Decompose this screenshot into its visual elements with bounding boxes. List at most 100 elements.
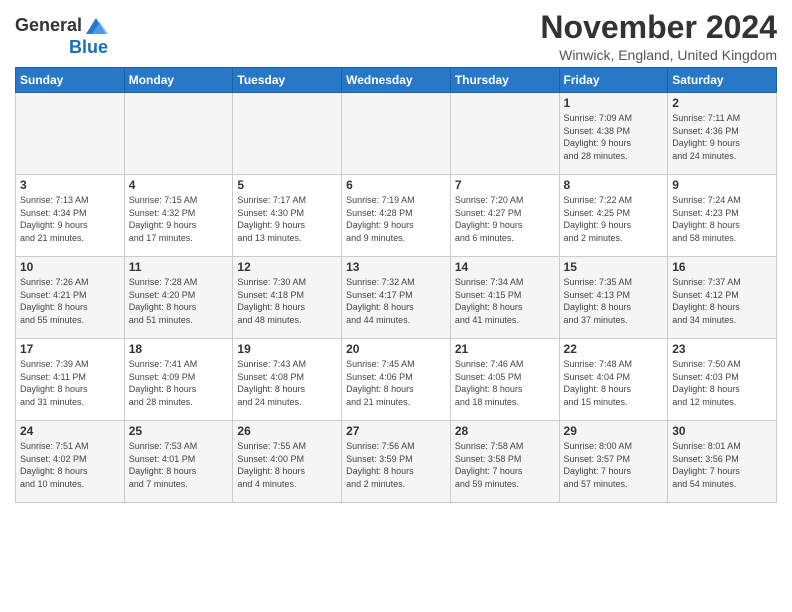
day-cell: 1Sunrise: 7:09 AM Sunset: 4:38 PM Daylig… bbox=[559, 93, 668, 175]
day-info: Sunrise: 8:01 AM Sunset: 3:56 PM Dayligh… bbox=[672, 440, 772, 490]
col-saturday: Saturday bbox=[668, 68, 777, 93]
day-info: Sunrise: 7:24 AM Sunset: 4:23 PM Dayligh… bbox=[672, 194, 772, 244]
day-cell: 24Sunrise: 7:51 AM Sunset: 4:02 PM Dayli… bbox=[16, 421, 125, 503]
day-info: Sunrise: 7:32 AM Sunset: 4:17 PM Dayligh… bbox=[346, 276, 446, 326]
day-info: Sunrise: 7:41 AM Sunset: 4:09 PM Dayligh… bbox=[129, 358, 229, 408]
day-number: 16 bbox=[672, 260, 772, 274]
day-info: Sunrise: 7:19 AM Sunset: 4:28 PM Dayligh… bbox=[346, 194, 446, 244]
day-info: Sunrise: 7:15 AM Sunset: 4:32 PM Dayligh… bbox=[129, 194, 229, 244]
day-number: 11 bbox=[129, 260, 229, 274]
day-cell: 12 Sunrise: 7:30 AM Sunset: 4:18 PM Dayli… bbox=[233, 257, 342, 339]
day-info: Sunrise: 7:58 AM Sunset: 3:58 PM Dayligh… bbox=[455, 440, 555, 490]
day-number: 17 bbox=[20, 342, 120, 356]
day-number: 14 bbox=[455, 260, 555, 274]
day-number: 5 bbox=[237, 178, 337, 192]
col-tuesday: Tuesday bbox=[233, 68, 342, 93]
col-thursday: Thursday bbox=[450, 68, 559, 93]
day-info: Sunrise: 7:43 AM Sunset: 4:08 PM Dayligh… bbox=[237, 358, 337, 408]
logo-blue-text: Blue bbox=[69, 38, 108, 58]
day-cell: 27Sunrise: 7:56 AM Sunset: 3:59 PM Dayli… bbox=[342, 421, 451, 503]
day-cell: 23 Sunrise: 7:50 AM Sunset: 4:03 PM Dayli… bbox=[668, 339, 777, 421]
day-cell: 11 Sunrise: 7:28 AM Sunset: 4:20 PM Dayli… bbox=[124, 257, 233, 339]
day-cell: 15 Sunrise: 7:35 AM Sunset: 4:13 PM Dayli… bbox=[559, 257, 668, 339]
logo-general-text: General bbox=[15, 16, 82, 36]
day-info: Sunrise: 7:17 AM Sunset: 4:30 PM Dayligh… bbox=[237, 194, 337, 244]
day-number: 13 bbox=[346, 260, 446, 274]
day-cell: 22Sunrise: 7:48 AM Sunset: 4:04 PM Dayli… bbox=[559, 339, 668, 421]
calendar-table: Sunday Monday Tuesday Wednesday Thursday… bbox=[15, 67, 777, 503]
day-info: Sunrise: 7:55 AM Sunset: 4:00 PM Dayligh… bbox=[237, 440, 337, 490]
day-number: 28 bbox=[455, 424, 555, 438]
day-info: Sunrise: 7:37 AM Sunset: 4:12 PM Dayligh… bbox=[672, 276, 772, 326]
day-number: 30 bbox=[672, 424, 772, 438]
day-info: Sunrise: 8:00 AM Sunset: 3:57 PM Dayligh… bbox=[564, 440, 664, 490]
day-number: 6 bbox=[346, 178, 446, 192]
day-cell bbox=[124, 93, 233, 175]
day-cell: 13 Sunrise: 7:32 AM Sunset: 4:17 PM Dayli… bbox=[342, 257, 451, 339]
title-block: November 2024 Winwick, England, United K… bbox=[540, 10, 777, 63]
week-row-4: 17 Sunrise: 7:39 AM Sunset: 4:11 PM Dayli… bbox=[16, 339, 777, 421]
day-cell: 5 Sunrise: 7:17 AM Sunset: 4:30 PM Daylig… bbox=[233, 175, 342, 257]
day-info: Sunrise: 7:35 AM Sunset: 4:13 PM Dayligh… bbox=[564, 276, 664, 326]
day-cell: 29 Sunrise: 8:00 AM Sunset: 3:57 PM Dayli… bbox=[559, 421, 668, 503]
day-number: 1 bbox=[564, 96, 664, 110]
day-number: 19 bbox=[237, 342, 337, 356]
month-title: November 2024 bbox=[540, 10, 777, 45]
day-info: Sunrise: 7:28 AM Sunset: 4:20 PM Dayligh… bbox=[129, 276, 229, 326]
day-cell: 6 Sunrise: 7:19 AM Sunset: 4:28 PM Daylig… bbox=[342, 175, 451, 257]
day-cell: 9Sunrise: 7:24 AM Sunset: 4:23 PM Daylig… bbox=[668, 175, 777, 257]
col-friday: Friday bbox=[559, 68, 668, 93]
day-cell: 17 Sunrise: 7:39 AM Sunset: 4:11 PM Dayli… bbox=[16, 339, 125, 421]
day-number: 21 bbox=[455, 342, 555, 356]
logo-icon bbox=[84, 14, 108, 38]
day-cell: 14Sunrise: 7:34 AM Sunset: 4:15 PM Dayli… bbox=[450, 257, 559, 339]
col-monday: Monday bbox=[124, 68, 233, 93]
day-cell: 20Sunrise: 7:45 AM Sunset: 4:06 PM Dayli… bbox=[342, 339, 451, 421]
day-cell: 16 Sunrise: 7:37 AM Sunset: 4:12 PM Dayli… bbox=[668, 257, 777, 339]
day-cell bbox=[450, 93, 559, 175]
day-info: Sunrise: 7:30 AM Sunset: 4:18 PM Dayligh… bbox=[237, 276, 337, 326]
day-number: 27 bbox=[346, 424, 446, 438]
day-info: Sunrise: 7:13 AM Sunset: 4:34 PM Dayligh… bbox=[20, 194, 120, 244]
day-number: 18 bbox=[129, 342, 229, 356]
col-sunday: Sunday bbox=[16, 68, 125, 93]
day-cell: 7Sunrise: 7:20 AM Sunset: 4:27 PM Daylig… bbox=[450, 175, 559, 257]
week-row-1: 1Sunrise: 7:09 AM Sunset: 4:38 PM Daylig… bbox=[16, 93, 777, 175]
col-wednesday: Wednesday bbox=[342, 68, 451, 93]
day-info: Sunrise: 7:48 AM Sunset: 4:04 PM Dayligh… bbox=[564, 358, 664, 408]
day-info: Sunrise: 7:39 AM Sunset: 4:11 PM Dayligh… bbox=[20, 358, 120, 408]
day-cell: 4 Sunrise: 7:15 AM Sunset: 4:32 PM Daylig… bbox=[124, 175, 233, 257]
day-number: 20 bbox=[346, 342, 446, 356]
day-cell: 25 Sunrise: 7:53 AM Sunset: 4:01 PM Dayli… bbox=[124, 421, 233, 503]
day-number: 10 bbox=[20, 260, 120, 274]
week-row-2: 3 Sunrise: 7:13 AM Sunset: 4:34 PM Daylig… bbox=[16, 175, 777, 257]
day-number: 12 bbox=[237, 260, 337, 274]
header-row: Sunday Monday Tuesday Wednesday Thursday… bbox=[16, 68, 777, 93]
day-cell: 3 Sunrise: 7:13 AM Sunset: 4:34 PM Daylig… bbox=[16, 175, 125, 257]
day-number: 24 bbox=[20, 424, 120, 438]
day-info: Sunrise: 7:53 AM Sunset: 4:01 PM Dayligh… bbox=[129, 440, 229, 490]
day-cell: 10 Sunrise: 7:26 AM Sunset: 4:21 PM Dayli… bbox=[16, 257, 125, 339]
day-number: 8 bbox=[564, 178, 664, 192]
day-cell bbox=[342, 93, 451, 175]
day-info: Sunrise: 7:22 AM Sunset: 4:25 PM Dayligh… bbox=[564, 194, 664, 244]
day-cell: 21 Sunrise: 7:46 AM Sunset: 4:05 PM Dayli… bbox=[450, 339, 559, 421]
day-cell: 30 Sunrise: 8:01 AM Sunset: 3:56 PM Dayli… bbox=[668, 421, 777, 503]
day-number: 15 bbox=[564, 260, 664, 274]
day-info: Sunrise: 7:26 AM Sunset: 4:21 PM Dayligh… bbox=[20, 276, 120, 326]
day-cell: 28 Sunrise: 7:58 AM Sunset: 3:58 PM Dayli… bbox=[450, 421, 559, 503]
week-row-3: 10 Sunrise: 7:26 AM Sunset: 4:21 PM Dayli… bbox=[16, 257, 777, 339]
day-cell: 18 Sunrise: 7:41 AM Sunset: 4:09 PM Dayli… bbox=[124, 339, 233, 421]
day-info: Sunrise: 7:46 AM Sunset: 4:05 PM Dayligh… bbox=[455, 358, 555, 408]
day-cell: 26Sunrise: 7:55 AM Sunset: 4:00 PM Dayli… bbox=[233, 421, 342, 503]
day-cell: 2Sunrise: 7:11 AM Sunset: 4:36 PM Daylig… bbox=[668, 93, 777, 175]
day-number: 7 bbox=[455, 178, 555, 192]
week-row-5: 24Sunrise: 7:51 AM Sunset: 4:02 PM Dayli… bbox=[16, 421, 777, 503]
day-number: 29 bbox=[564, 424, 664, 438]
day-info: Sunrise: 7:50 AM Sunset: 4:03 PM Dayligh… bbox=[672, 358, 772, 408]
day-number: 2 bbox=[672, 96, 772, 110]
day-number: 23 bbox=[672, 342, 772, 356]
day-number: 25 bbox=[129, 424, 229, 438]
day-number: 3 bbox=[20, 178, 120, 192]
day-number: 4 bbox=[129, 178, 229, 192]
